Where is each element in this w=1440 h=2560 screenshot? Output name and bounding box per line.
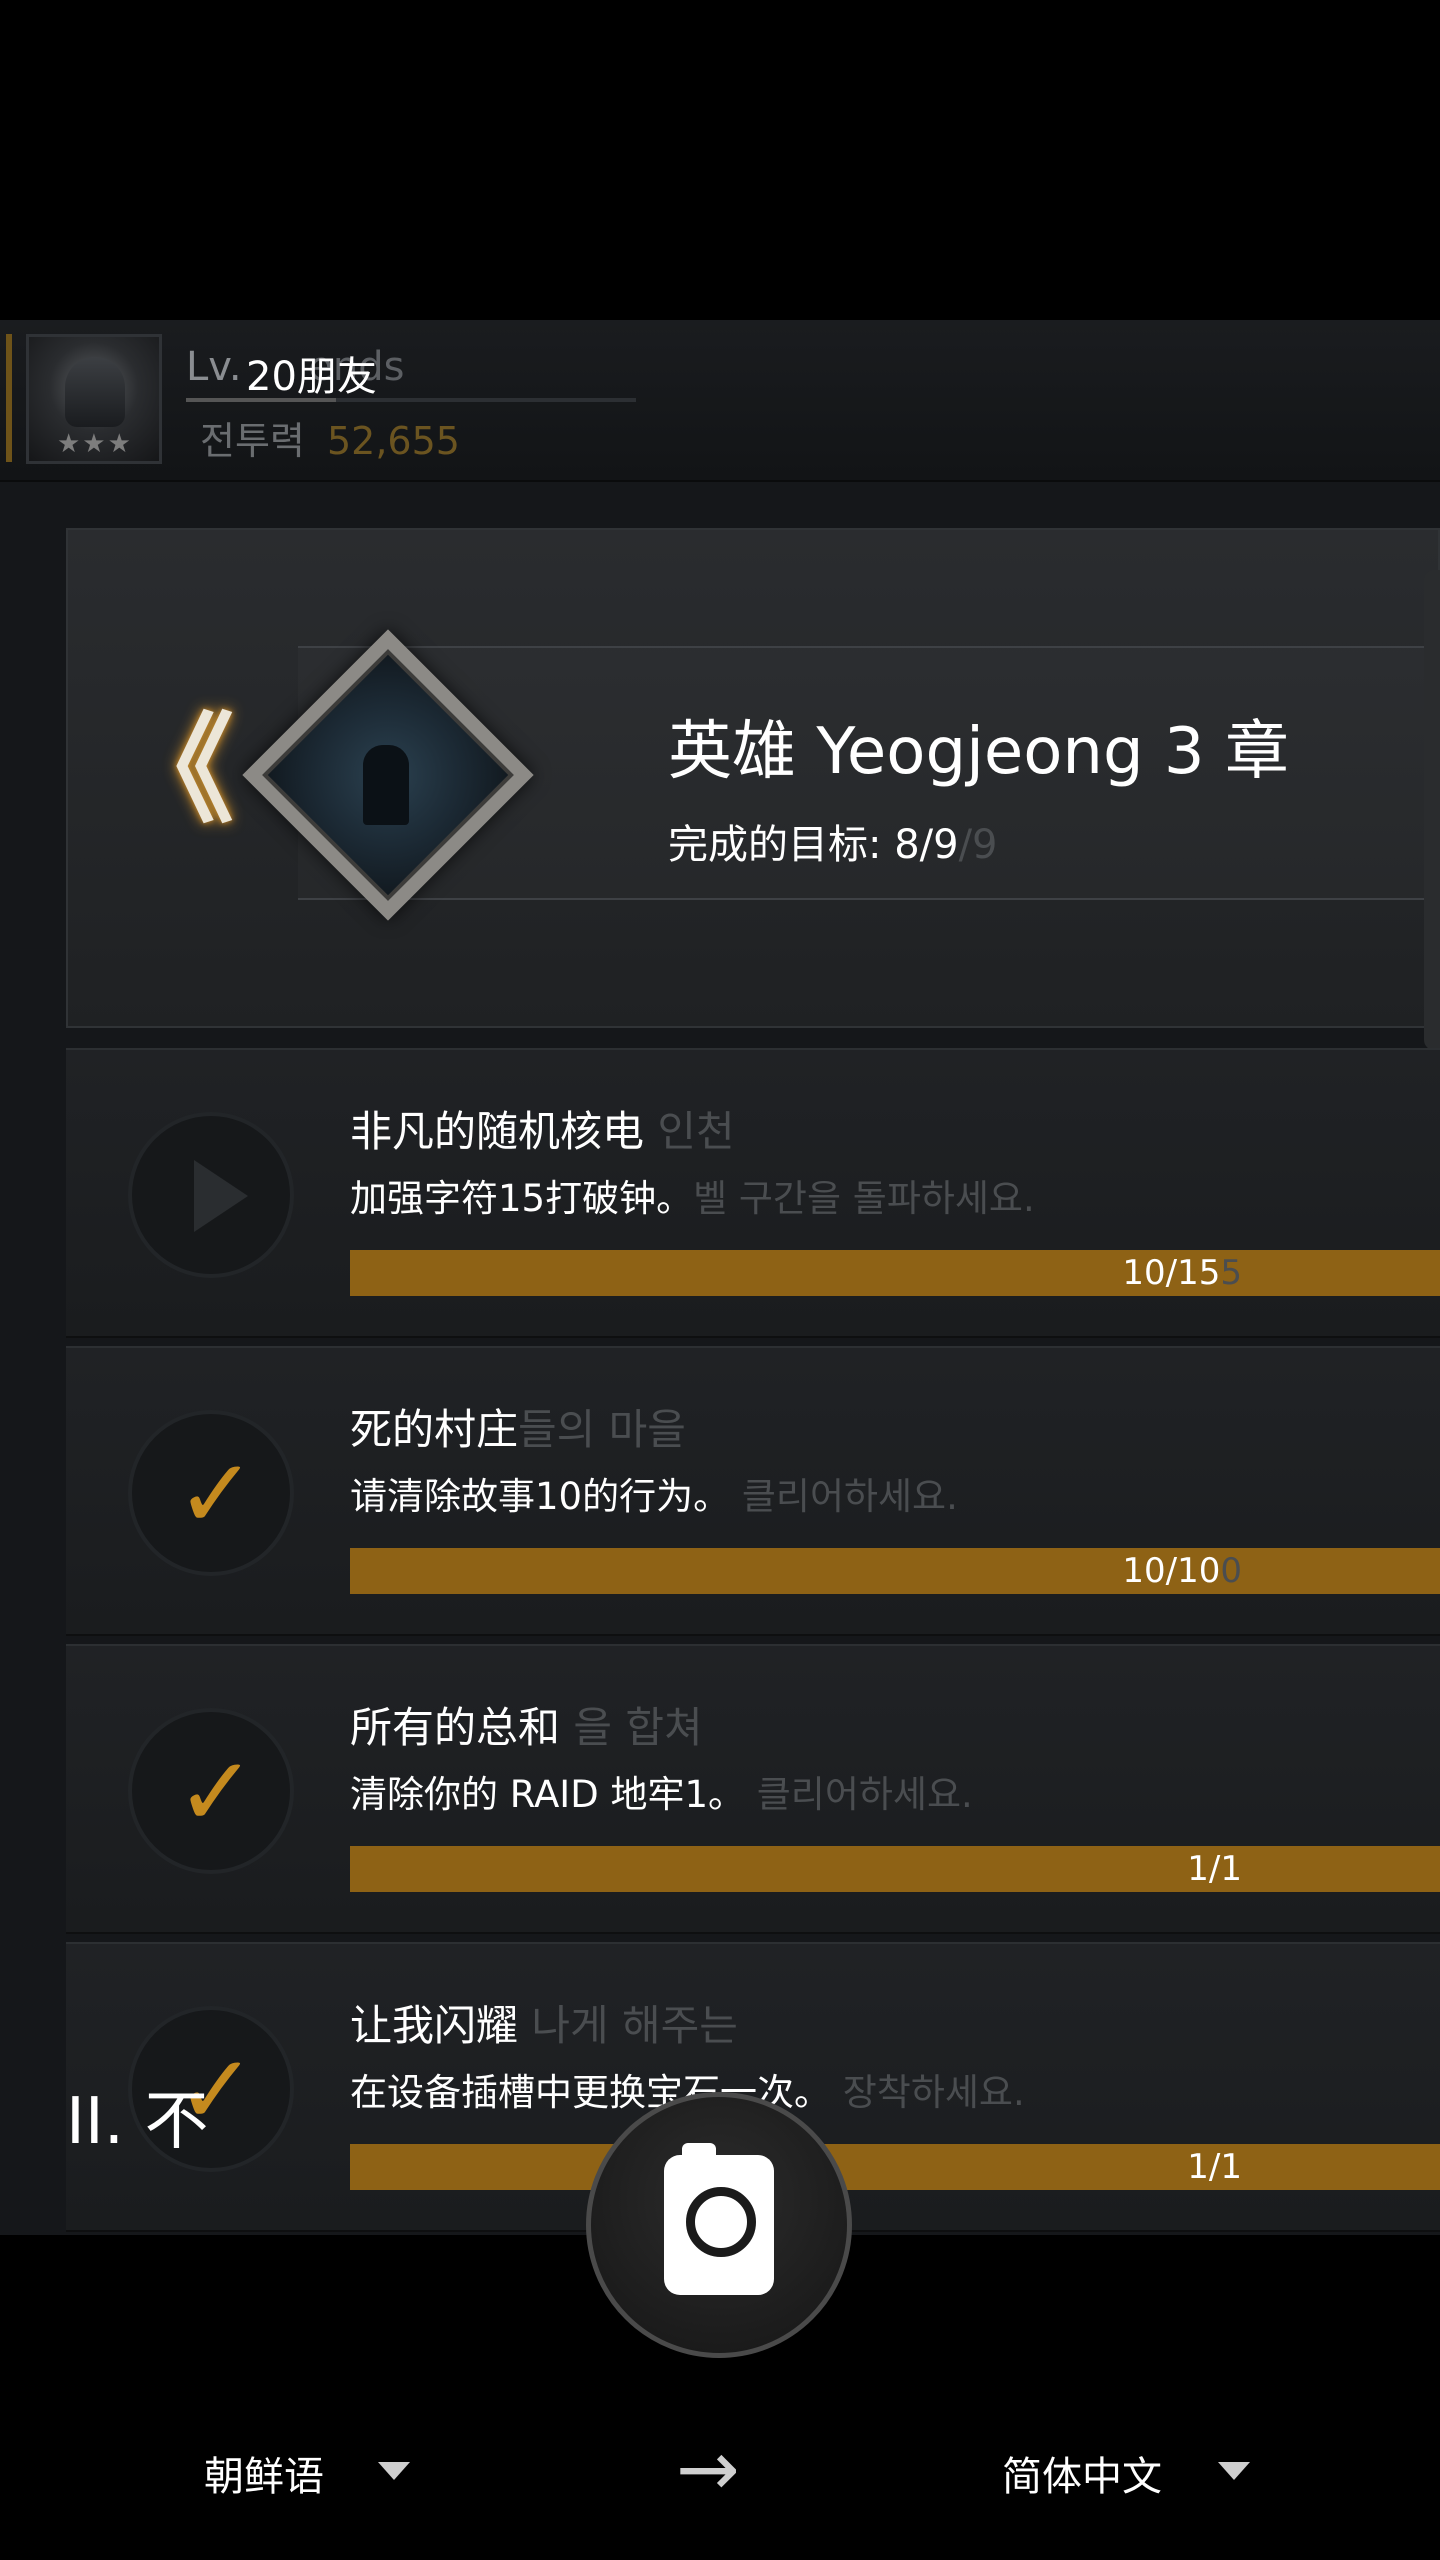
top-black-band — [0, 0, 1440, 320]
avatar[interactable]: ★★★ — [26, 334, 162, 464]
mission-title-text: 让我闪耀 — [350, 2001, 519, 2050]
combat-power: 전투력 52,655 — [200, 410, 460, 465]
mission-status: ✓ — [128, 1708, 294, 1874]
source-language-select[interactable]: 朝鲜语 — [204, 2444, 324, 2502]
mission-progress-text: 1/1 — [1187, 1846, 1242, 1892]
star-rating-icon: ★★★ — [57, 429, 133, 459]
mission-row[interactable]: ✓ 死的村庄들의 마을 请清除故事10的行为。 클리어하세요. 10/100 — [66, 1346, 1440, 1636]
language-arrow-icon[interactable]: → — [676, 2424, 740, 2513]
mission-title-text: 所有的总和 — [350, 1703, 561, 1752]
mission-progress-text: 10/100 — [1122, 1548, 1242, 1594]
overlay-translation-text: II. 不 — [66, 2085, 209, 2159]
mission-title: 非凡的随机核电 인천 — [350, 1098, 735, 1159]
level-prefix: Lv. — [186, 344, 242, 390]
mission-row[interactable]: 非凡的随机核电 인천 加强字符15打破钟。벨 구간을 돌파하세요. 10/155 — [66, 1048, 1440, 1338]
camera-lens-icon — [686, 2187, 756, 2257]
mission-progress-text: 1/1 — [1187, 2144, 1242, 2190]
target-dropdown-caret-icon[interactable] — [1218, 2462, 1250, 2480]
side-drawer-handle[interactable] — [1424, 570, 1440, 1050]
mission-desc-ghost: 장착하세요. — [842, 2071, 1025, 2114]
play-icon — [194, 1160, 248, 1232]
checkmark-icon: ✓ — [176, 1736, 257, 1848]
mission-desc: 加强字符15打破钟。벨 구간을 돌파하세요. — [350, 1168, 1035, 1222]
chapter-goal-text: 完成的目标: 8/9 — [668, 822, 959, 868]
mission-row[interactable]: ✓ 所有的总和 을 합쳐 清除你的 RAID 地牢1。 클리어하세요. 1/1 — [66, 1644, 1440, 1934]
mission-title: 所有的总和 을 합쳐 — [350, 1694, 703, 1755]
mission-progress-value: 10/10 — [1122, 1551, 1221, 1591]
mission-progress-value: 10/15 — [1122, 1253, 1221, 1293]
chapter-emblem — [242, 629, 534, 921]
checkmark-icon: ✓ — [176, 1438, 257, 1550]
chapter-panel: 《 英雄 Yeogjeong 3 章 完成的目标: 8/9/9 — [66, 528, 1440, 1028]
mission-title-ghost: 들의 마을 — [518, 1405, 686, 1454]
target-language-select[interactable]: 简体中文 — [1002, 2444, 1162, 2502]
exp-bar — [186, 398, 636, 402]
game-screen: ★★★ Lv. 20朋友 ends 전투력 52,655 《 英雄 Yeogje… — [0, 320, 1440, 2235]
mission-desc: 清除你的 RAID 地牢1。 클리어하세요. — [350, 1764, 973, 1818]
mission-title-ghost: 나게 해주는 — [531, 2001, 738, 2050]
mission-progress-bar: 10/155 — [350, 1250, 1440, 1296]
source-dropdown-caret-icon[interactable] — [378, 2462, 410, 2480]
mission-desc-ghost: 클리어하세요. — [756, 1773, 973, 1816]
level-friends-overlay: 20朋友 — [246, 354, 377, 400]
mission-title-ghost: 인천 — [657, 1107, 735, 1156]
warrior-portrait-icon — [65, 357, 125, 427]
mission-title-ghost: 을 합쳐 — [573, 1703, 703, 1752]
mission-desc: 请清除故事10的行为。 클리어하세요. — [350, 1466, 958, 1520]
camera-button[interactable] — [586, 2092, 852, 2358]
back-chevron-icon[interactable]: 《 — [116, 711, 234, 829]
header-accent-stripe — [6, 334, 12, 462]
player-header: ★★★ Lv. 20朋友 ends 전투력 52,655 — [0, 320, 1440, 482]
mission-progress-ghost: 5 — [1220, 1253, 1242, 1293]
camera-icon — [664, 2143, 774, 2295]
combat-power-value: 52,655 — [326, 419, 460, 463]
mission-title-text: 死的村庄 — [350, 1405, 519, 1454]
mission-progress-value: 1/1 — [1187, 2147, 1242, 2187]
mission-title-text: 非凡的随机核电 — [350, 1107, 645, 1156]
mission-desc-ghost: 클리어하세요. — [741, 1475, 958, 1518]
mission-desc-text: 清除你的 RAID 地牢1。 — [350, 1773, 745, 1816]
cloaked-figure-icon — [363, 745, 409, 825]
mission-desc-text: 请清除故事10的行为。 — [350, 1475, 731, 1518]
mission-progress-ghost: 0 — [1220, 1551, 1242, 1591]
mission-progress-value: 1/1 — [1187, 1849, 1242, 1889]
mission-desc-ghost: 벨 구간을 돌파하세요. — [693, 1177, 1035, 1220]
mission-progress-bar: 1/1 — [350, 2144, 1440, 2190]
combat-power-label: 전투력 — [200, 419, 305, 463]
chapter-goal: 完成的目标: 8/9/9 — [668, 812, 998, 870]
chapter-title: 英雄 Yeogjeong 3 章 — [668, 715, 1289, 789]
mission-status — [128, 1112, 294, 1278]
mission-progress-bar: 10/100 — [350, 1548, 1440, 1594]
mission-title: 让我闪耀 나게 해주는 — [350, 1992, 738, 2053]
chapter-goal-ghost: /9 — [958, 822, 998, 868]
mission-progress-text: 10/155 — [1122, 1250, 1242, 1296]
mission-desc-text: 加强字符15打破钟。 — [350, 1177, 694, 1220]
mission-title: 死的村庄들의 마을 — [350, 1396, 686, 1457]
mission-status: ✓ — [128, 1410, 294, 1576]
player-name-line: Lv. 20朋友 ends — [186, 344, 405, 400]
mission-progress-bar: 1/1 — [350, 1846, 1440, 1892]
